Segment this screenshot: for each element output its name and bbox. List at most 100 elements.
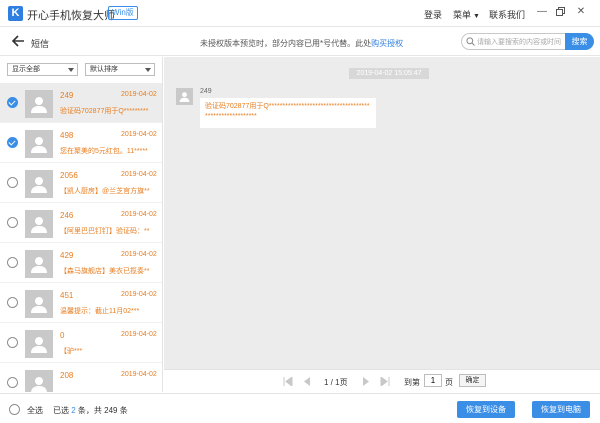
message-date: 2019-04-02 <box>121 211 157 218</box>
selection-mid: 条，共 <box>77 406 102 415</box>
selection-suffix: 条 <box>119 406 128 415</box>
login-link[interactable]: 登录 <box>424 8 442 21</box>
contact-avatar-icon <box>25 330 53 358</box>
restore-to-device-button[interactable]: 恢复到设备 <box>457 401 515 418</box>
conversation-panel: 2019-04-02 15:05:47 249 验证码702877用于Q****… <box>164 57 600 369</box>
message-date: 2019-04-02 <box>121 291 157 298</box>
message-sender: 498 <box>60 131 74 140</box>
license-notice: 未授权版本预览时，部分内容已用*号代替。此处购买授权 <box>200 38 403 49</box>
show-filter-select[interactable]: 显示全部 <box>7 63 78 76</box>
message-date: 2019-04-02 <box>121 331 157 338</box>
message-sender: 0 <box>60 331 65 340</box>
message-sender: 249 <box>60 91 74 100</box>
contact-avatar-icon <box>25 90 53 118</box>
message-list-item[interactable]: 249 2019-04-02 验证码702877用于Q********* <box>0 83 162 123</box>
page-title: 短信 <box>31 39 50 49</box>
message-list-item[interactable]: 246 2019-04-02 【阿里巴巴钉钉】验证码：** <box>0 203 162 243</box>
message-preview: 【森马旗舰店】美衣已揽奏** <box>60 268 150 275</box>
message-date: 2019-04-02 <box>121 131 157 138</box>
message-list-item[interactable]: 0 2019-04-02 【驴*** <box>0 323 162 363</box>
restore-to-pc-button[interactable]: 恢复到电脑 <box>532 401 590 418</box>
sort-select[interactable]: 默认排序 <box>85 63 155 76</box>
message-list-item[interactable]: 498 2019-04-02 您在聚美的5元红包。11***** <box>0 123 162 163</box>
message-sender: 451 <box>60 291 74 300</box>
message-preview: 【阿里巴巴钉钉】验证码：** <box>60 228 150 235</box>
message-sender: 208 <box>60 371 74 380</box>
app-title: 开心手机恢复大师 <box>27 10 115 22</box>
message-preview: 【凯人厨房】@兰芝官方旗** <box>60 188 150 195</box>
close-icon[interactable]: ✕ <box>574 5 588 19</box>
sender-avatar-icon <box>176 88 193 105</box>
page-indicator: 1 / 1页 <box>324 378 348 387</box>
header-bar: 短信 未授权版本预览时，部分内容已用*号代替。此处购买授权 搜索 <box>0 28 600 56</box>
total-count: 249 <box>104 406 118 415</box>
goto-label: 到第 <box>404 378 420 387</box>
message-list-item[interactable]: 451 2019-04-02 温馨提示：截止11月02*** <box>0 283 162 323</box>
select-checkbox[interactable] <box>7 97 18 108</box>
next-page-icon[interactable] <box>361 377 371 386</box>
search-box <box>461 33 568 50</box>
message-date: 2019-04-02 <box>121 371 157 378</box>
message-list-item[interactable]: 429 2019-04-02 【森马旗舰店】美衣已揽奏** <box>0 243 162 283</box>
search-button[interactable]: 搜索 <box>565 33 594 50</box>
message-preview: 验证码702877用于Q********* <box>60 108 149 115</box>
selected-count: 2 <box>71 406 76 415</box>
contact-avatar-icon <box>25 370 53 392</box>
goto-confirm-button[interactable]: 确定 <box>459 374 486 387</box>
contact-avatar-icon <box>25 290 53 318</box>
conversation-sender: 249 <box>200 88 212 95</box>
sort-value: 默认排序 <box>90 66 118 73</box>
contact-avatar-icon <box>25 130 53 158</box>
restore-icon[interactable] <box>553 5 567 19</box>
message-sender: 429 <box>60 251 74 260</box>
message-preview: 【驴*** <box>60 348 83 355</box>
message-preview: 您在聚美的5元红包。11***** <box>60 148 148 155</box>
pagination: 1 / 1页 到第 页 确定 <box>164 369 600 392</box>
message-preview: 温馨提示：截止11月02*** <box>60 308 140 315</box>
message-list-item[interactable]: 2056 2019-04-02 【凯人厨房】@兰芝官方旗** <box>0 163 162 203</box>
message-sender: 246 <box>60 211 74 220</box>
select-checkbox[interactable] <box>7 137 18 148</box>
selection-prefix: 已选 <box>53 406 69 415</box>
show-filter-value: 显示全部 <box>12 66 40 73</box>
message-date: 2019-04-02 <box>121 251 157 258</box>
message-sender: 2056 <box>60 171 78 180</box>
search-icon <box>466 37 475 46</box>
first-page-icon[interactable] <box>283 376 293 387</box>
contact-avatar-icon <box>25 170 53 198</box>
app-logo: K <box>8 6 23 21</box>
buy-license-link[interactable]: 购买授权 <box>371 39 403 48</box>
select-all-label[interactable]: 全选 <box>27 405 43 416</box>
select-checkbox[interactable] <box>7 377 18 388</box>
edition-badge: Win版 <box>108 6 138 20</box>
caret-down-icon <box>145 68 151 72</box>
message-date: 2019-04-02 <box>121 91 157 98</box>
select-checkbox[interactable] <box>7 257 18 268</box>
footer-bar: 全选 已选 2 条，共 249 条 恢复到设备 恢复到电脑 <box>0 393 600 423</box>
caret-down-icon: ▼ <box>471 13 480 20</box>
back-arrow-icon[interactable] <box>11 33 25 49</box>
contact-avatar-icon <box>25 250 53 278</box>
minimize-icon[interactable]: — <box>535 5 549 19</box>
message-date: 2019-04-02 <box>121 171 157 178</box>
prev-page-icon[interactable] <box>302 377 312 386</box>
license-notice-text: 未授权版本预览时，部分内容已用*号代替。此处 <box>200 39 372 48</box>
select-checkbox[interactable] <box>7 177 18 188</box>
page-suffix: 页 <box>445 378 453 387</box>
select-checkbox[interactable] <box>7 337 18 348</box>
caret-down-icon <box>68 68 74 72</box>
message-timestamp: 2019-04-02 15:05:47 <box>349 68 429 79</box>
menu-dropdown[interactable]: 菜单 ▼ <box>453 8 480 21</box>
title-bar: K 开心手机恢复大师 Win版 登录 菜单 ▼ 联系我们 — ✕ <box>0 0 600 27</box>
menu-label: 菜单 <box>453 10 472 20</box>
select-checkbox[interactable] <box>7 297 18 308</box>
select-all-checkbox[interactable] <box>9 404 20 415</box>
message-list-item[interactable]: 208 2019-04-02 <box>0 363 162 392</box>
search-input[interactable] <box>477 36 567 48</box>
message-list: 249 2019-04-02 验证码702877用于Q********* 498… <box>0 83 162 392</box>
message-bubble: 验证码702877用于Q****************************… <box>200 98 376 128</box>
goto-page-input[interactable] <box>424 374 442 387</box>
last-page-icon[interactable] <box>380 376 390 387</box>
select-checkbox[interactable] <box>7 217 18 228</box>
contact-us-link[interactable]: 联系我们 <box>489 8 525 21</box>
